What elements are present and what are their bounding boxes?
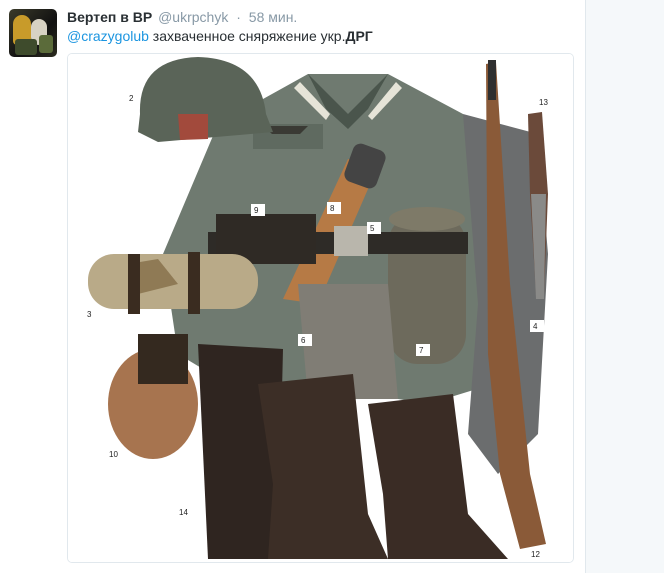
callout-label: 9 [254, 206, 259, 215]
callout-label: 4 [533, 322, 538, 331]
avatar[interactable] [9, 9, 57, 57]
callout-label: 14 [179, 508, 188, 517]
tweet-text: @crazygolub захваченное сняряжение укр.Д… [67, 27, 373, 45]
callout-label: 13 [539, 98, 548, 107]
author-fullname[interactable]: Вертеп в ВР [67, 9, 152, 25]
tweet-photo[interactable]: 2 13 9 8 5 3 6 7 4 10 14 12 [67, 53, 574, 563]
equipment-illustration: 2 13 9 8 5 3 6 7 4 10 14 12 [68, 54, 573, 562]
tweet-bold-text: ДРГ [345, 28, 373, 44]
callout-label: 6 [301, 336, 306, 345]
callout-label: 8 [330, 204, 335, 213]
callout-label: 12 [531, 550, 540, 559]
right-sidebar [585, 0, 664, 573]
tweet-header: Вертеп в ВР @ukrpchyk · 58 мин. [67, 8, 297, 26]
tweet-timestamp[interactable]: 58 мин. [249, 9, 298, 25]
author-username[interactable]: @ukrpchyk [158, 9, 228, 25]
tweet[interactable]: Вертеп в ВР @ukrpchyk · 58 мин. @crazygo… [0, 0, 585, 573]
callout-label: 2 [129, 94, 134, 103]
callout-label: 10 [109, 450, 118, 459]
tweet-body: захваченное сняряжение укр. [148, 28, 346, 44]
mention-link[interactable]: @crazygolub [67, 28, 149, 44]
callout-label: 3 [87, 310, 92, 319]
header-separator: · [236, 9, 241, 25]
callout-label: 7 [419, 346, 424, 355]
callout-label: 5 [370, 224, 375, 233]
